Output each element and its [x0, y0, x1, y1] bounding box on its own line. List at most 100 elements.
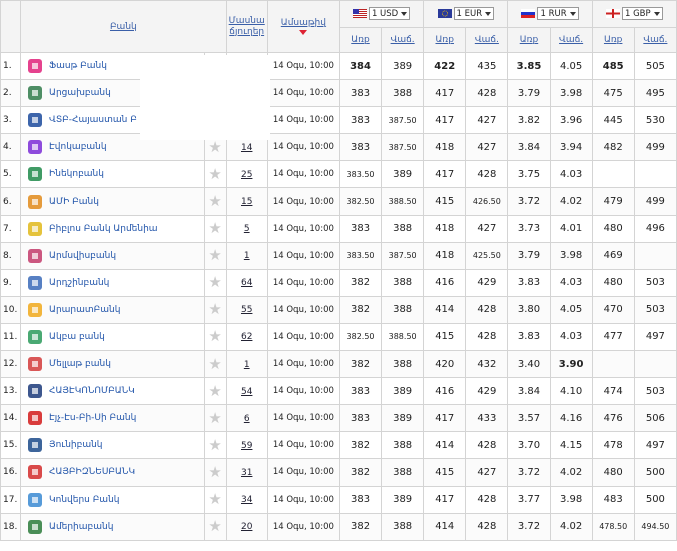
branches-link[interactable]: 62 — [241, 332, 252, 342]
rate-cell: 415 — [423, 458, 467, 487]
bank-name-link[interactable]: Բիբլոս Բանկ Արմենիա — [49, 224, 158, 234]
currency-select-rur[interactable]: 1 RUR — [507, 0, 593, 28]
gbp-dropdown[interactable]: 1 GBP — [621, 7, 663, 20]
favorite-star-icon[interactable]: ★ — [203, 214, 227, 243]
eur-sell-header[interactable]: Վաճ. — [465, 27, 509, 53]
branches-cell[interactable]: 62 — [225, 322, 268, 352]
branches-cell[interactable]: 1 — [225, 350, 268, 379]
bank-name-link[interactable]: Կոնվերս Բանկ — [49, 495, 119, 505]
gbp-buy-header[interactable]: Առք — [591, 27, 635, 53]
bank-cell[interactable]: ԱրարատԲանկ — [20, 295, 205, 324]
bank-cell[interactable]: ՀԱՅԷԿՈՆՈՄԲԱՆԿ — [20, 377, 205, 406]
bank-name-link[interactable]: Ֆասթ Բանկ — [49, 61, 107, 71]
branches-cell[interactable]: 6 — [225, 404, 268, 433]
eur-dropdown[interactable]: 1 EUR — [453, 7, 495, 20]
bank-name-link[interactable]: ՀԱՅԲԻԶՆԵՍԲԱՆԿ — [49, 467, 135, 477]
eur-buy-header[interactable]: Առք — [423, 27, 467, 53]
bank-cell[interactable]: Ակբա բանկ — [20, 322, 205, 352]
gbp-sell-header[interactable]: Վաճ. — [633, 27, 677, 53]
header-branches[interactable]: Մասնա ճյուղեր — [225, 0, 268, 53]
branches-link[interactable]: 14 — [241, 143, 252, 153]
rur-sell-header[interactable]: Վաճ. — [549, 27, 593, 53]
branches-cell[interactable]: 25 — [225, 160, 268, 189]
bank-cell[interactable]: ՀԱՅԲԻԶՆԵՍԲԱՆԿ — [20, 458, 205, 487]
bank-cell[interactable]: Ինեկոբանկ — [20, 160, 205, 189]
favorite-star-icon[interactable]: ★ — [203, 485, 227, 514]
branches-cell[interactable]: 64 — [225, 268, 268, 297]
branches-cell[interactable]: 59 — [225, 431, 268, 460]
branches-link[interactable]: 31 — [241, 468, 252, 478]
branches-link[interactable]: 1 — [244, 360, 250, 370]
rur-dropdown[interactable]: 1 RUR — [537, 7, 579, 20]
branches-link[interactable]: 20 — [241, 522, 252, 532]
branches-cell[interactable]: 54 — [225, 377, 268, 406]
bank-name-link[interactable]: Ինեկոբանկ — [49, 169, 104, 179]
branches-cell[interactable]: 55 — [225, 295, 268, 324]
date-sort-link[interactable]: Ամսաթիվ — [281, 18, 326, 28]
bank-name-link[interactable]: Ամերիաբանկ — [49, 522, 113, 532]
favorite-star-icon[interactable]: ★ — [203, 377, 227, 406]
bank-cell[interactable]: Մելլաթ բանկ — [20, 350, 205, 379]
eu-flag-icon — [437, 9, 452, 18]
bank-cell[interactable]: Ամերիաբանկ — [20, 512, 205, 541]
favorite-star-icon[interactable]: ★ — [203, 187, 227, 216]
usd-buy-header[interactable]: Առք — [338, 27, 383, 53]
header-bank[interactable]: Բանկ — [20, 0, 227, 53]
currency-select-gbp[interactable]: 1 GBP — [591, 0, 677, 28]
favorite-star-icon[interactable]: ★ — [203, 350, 227, 379]
favorite-star-icon[interactable]: ★ — [203, 268, 227, 297]
bank-name-link[interactable]: ՀԱՅԷԿՈՆՈՄԲԱՆԿ — [49, 386, 135, 396]
favorite-star-icon[interactable]: ★ — [203, 512, 227, 541]
bank-name-link[interactable]: Ակբա բանկ — [49, 332, 105, 342]
branches-link[interactable]: 55 — [241, 305, 252, 315]
favorite-star-icon[interactable]: ★ — [203, 160, 227, 189]
branches-cell[interactable]: 34 — [225, 485, 268, 514]
header-date[interactable]: Ամսաթիվ — [266, 0, 340, 53]
usd-sell-header[interactable]: Վաճ. — [381, 27, 425, 53]
currency-select-usd[interactable]: 1 USD — [338, 0, 425, 28]
rur-buy-header[interactable]: Առք — [507, 27, 551, 53]
bank-sort-link[interactable]: Բանկ — [110, 22, 137, 32]
branches-cell[interactable]: 5 — [225, 214, 268, 243]
favorite-star-icon[interactable]: ★ — [203, 322, 227, 352]
bank-name-link[interactable]: ԱրարատԲանկ — [49, 305, 120, 315]
favorite-star-icon[interactable]: ★ — [203, 458, 227, 487]
branches-link[interactable]: 25 — [241, 170, 252, 180]
bank-name-link[interactable]: Արդշինբանկ — [49, 278, 109, 288]
branches-link[interactable]: 34 — [241, 495, 252, 505]
branches-sort-link[interactable]: Մասնա ճյուղեր — [229, 16, 265, 37]
bank-name-link[interactable]: Մելլաթ բանկ — [49, 359, 111, 369]
favorite-star-icon[interactable]: ★ — [203, 431, 227, 460]
favorite-star-icon[interactable]: ★ — [203, 295, 227, 324]
branches-link[interactable]: 6 — [244, 414, 250, 424]
rate-cell: 4.10 — [549, 377, 593, 406]
branches-link[interactable]: 54 — [241, 387, 252, 397]
bank-name-link[interactable]: Արցախբանկ — [49, 88, 111, 98]
branches-cell[interactable]: 20 — [225, 512, 268, 541]
bank-name-link[interactable]: Էվոկաբանկ — [49, 142, 107, 152]
bank-name-link[interactable]: ՎՏԲ-Հայաստան Բ — [49, 115, 137, 125]
bank-cell[interactable]: Կոնվերս Բանկ — [20, 485, 205, 514]
branches-link[interactable]: 64 — [241, 278, 252, 288]
currency-select-eur[interactable]: 1 EUR — [423, 0, 509, 28]
bank-cell[interactable]: Բիբլոս Բանկ Արմենիա — [20, 214, 205, 243]
bank-name-link[interactable]: ԱՄԻ Բանկ — [49, 197, 99, 207]
bank-cell[interactable]: Էյչ-Էս-Բի-Սի Բանկ — [20, 404, 205, 433]
branches-cell[interactable]: 31 — [225, 458, 268, 487]
favorite-star-icon[interactable]: ★ — [203, 241, 227, 270]
branches-link[interactable]: 59 — [241, 441, 252, 451]
bank-cell[interactable]: ԱՄԻ Բանկ — [20, 187, 205, 216]
bank-cell[interactable]: Արմսվիսբանկ — [20, 241, 205, 270]
usd-dropdown[interactable]: 1 USD — [368, 7, 411, 20]
branches-link[interactable]: 15 — [241, 197, 252, 207]
bank-cell[interactable]: Յունիբանկ — [20, 431, 205, 460]
bank-name-link[interactable]: Արմսվիսբանկ — [49, 251, 116, 261]
branches-cell[interactable]: 15 — [225, 187, 268, 216]
branches-link[interactable]: 1 — [244, 251, 250, 261]
branches-cell[interactable]: 1 — [225, 241, 268, 270]
favorite-star-icon[interactable]: ★ — [203, 404, 227, 433]
bank-cell[interactable]: Արդշինբանկ — [20, 268, 205, 297]
branches-link[interactable]: 5 — [244, 224, 250, 234]
bank-name-link[interactable]: Էյչ-Էս-Բի-Սի Բանկ — [49, 413, 136, 423]
bank-name-link[interactable]: Յունիբանկ — [49, 440, 102, 450]
